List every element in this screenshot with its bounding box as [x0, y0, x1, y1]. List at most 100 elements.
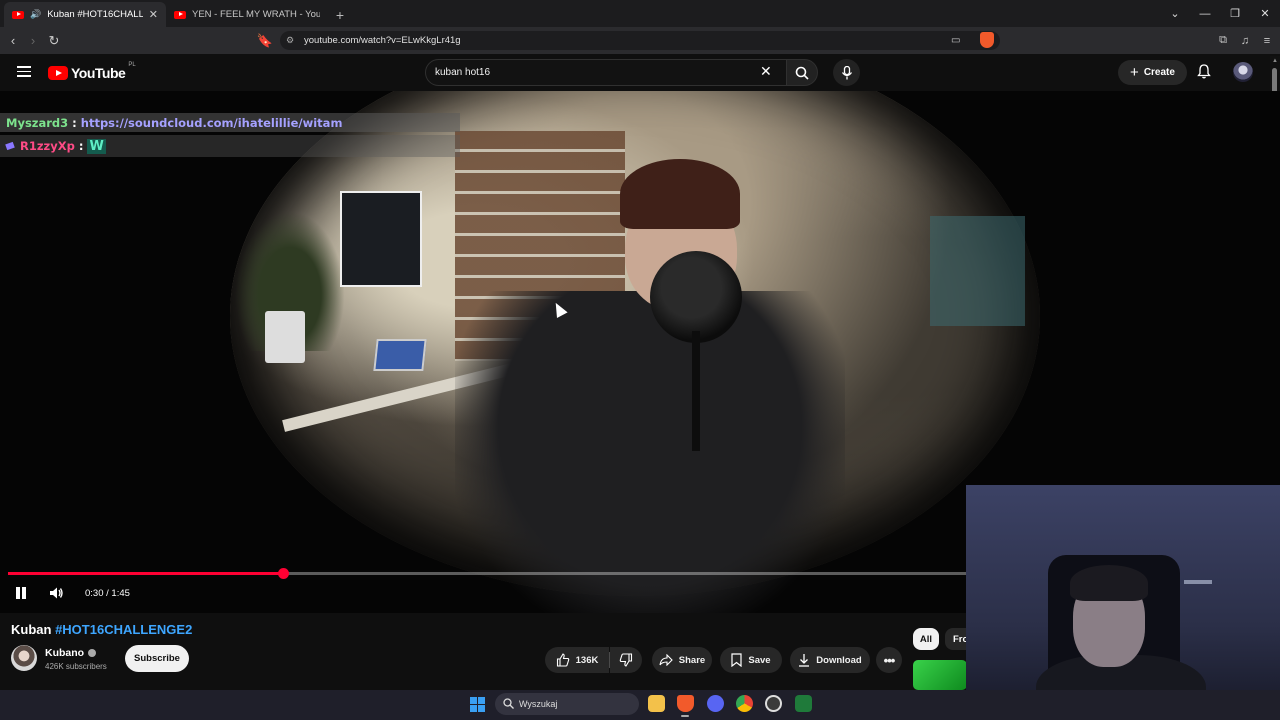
- download-icon: [799, 654, 810, 667]
- extensions-icon[interactable]: ⧉: [1216, 34, 1230, 47]
- plus-icon: +: [1130, 63, 1139, 81]
- chat-badge-icon: [5, 141, 15, 151]
- cast-icon[interactable]: ▭: [951, 35, 960, 46]
- discord-icon[interactable]: [707, 695, 724, 712]
- channel-name[interactable]: Kubano: [45, 647, 97, 659]
- bell-icon: [1197, 64, 1211, 79]
- chat-username: Myszard3: [6, 115, 69, 130]
- search-button[interactable]: [786, 59, 818, 86]
- more-dots-icon: •••: [883, 652, 896, 668]
- create-button[interactable]: + Create: [1118, 60, 1187, 85]
- minimize-button[interactable]: —: [1190, 8, 1220, 20]
- progress-played: [8, 572, 283, 575]
- brave-shield-icon[interactable]: [980, 32, 994, 48]
- subscriber-count: 426K subscribers: [45, 662, 107, 671]
- menu-icon[interactable]: ≡: [1260, 35, 1274, 47]
- more-actions-button[interactable]: •••: [876, 647, 902, 673]
- youtube-logo[interactable]: YouTube PL: [48, 62, 136, 81]
- video-speaker: [265, 311, 305, 363]
- menu-hamburger-icon[interactable]: [17, 66, 31, 77]
- reload-button[interactable]: ↻: [44, 33, 64, 49]
- tab-list-icon[interactable]: ⌄: [1160, 7, 1190, 20]
- window-controls: ⌄ — ❐ ✕: [1160, 0, 1280, 27]
- video-mic-stand: [692, 331, 700, 451]
- file-explorer-icon[interactable]: [648, 695, 665, 712]
- verified-icon: [88, 649, 97, 657]
- maximize-button[interactable]: ❐: [1220, 7, 1250, 20]
- account-avatar[interactable]: [1233, 62, 1253, 82]
- video-poster: [340, 191, 422, 287]
- download-button[interactable]: Download: [790, 647, 870, 673]
- subscribe-button[interactable]: Subscribe: [125, 645, 189, 672]
- bookmark-save-icon: [731, 653, 743, 667]
- download-label: Download: [816, 654, 862, 666]
- close-window-button[interactable]: ✕: [1250, 7, 1280, 20]
- save-button[interactable]: Save: [720, 647, 782, 673]
- webcam-shelf: [1184, 580, 1212, 584]
- tab-title: YEN - FEEL MY WRATH - YouTube: [192, 9, 320, 20]
- close-tab-icon[interactable]: ✕: [149, 8, 158, 21]
- video-laptop: [373, 339, 427, 371]
- taskbar-search[interactable]: Wyszukaj: [495, 693, 639, 715]
- chat-username: R1zzyXp: [20, 139, 75, 153]
- dislike-button[interactable]: [610, 647, 642, 673]
- url-field[interactable]: ⚙ youtube.com/watch?v=ELwKkgLr41g: [280, 31, 1000, 50]
- clear-search-icon[interactable]: ✕: [760, 63, 772, 80]
- video-hashtag[interactable]: #HOT16CHALLENGE2: [55, 622, 192, 637]
- bookmark-icon[interactable]: 🔖: [255, 33, 275, 49]
- video-title-main: Kuban: [11, 622, 56, 637]
- back-button[interactable]: ‹: [3, 33, 23, 48]
- search-icon: [795, 66, 809, 80]
- create-label: Create: [1143, 67, 1175, 78]
- recommended-video-thumbnail[interactable]: [913, 660, 967, 690]
- volume-icon: [50, 587, 63, 599]
- green-app-icon[interactable]: [795, 695, 812, 712]
- site-info-icon[interactable]: ⚙: [286, 35, 294, 46]
- new-tab-button[interactable]: +: [328, 2, 352, 27]
- youtube-favicon-icon: [12, 10, 24, 19]
- volume-button[interactable]: [48, 585, 64, 606]
- chat-message: R1zzyXp : W: [0, 135, 460, 157]
- taskbar-search-placeholder: Wyszukaj: [519, 699, 558, 709]
- media-icon[interactable]: ♫: [1238, 35, 1252, 47]
- share-button[interactable]: Share: [652, 647, 712, 673]
- pause-icon[interactable]: [15, 587, 27, 599]
- share-icon: [659, 654, 673, 666]
- windows-start-icon[interactable]: [470, 697, 485, 712]
- microphone-icon: [841, 65, 852, 79]
- windows-taskbar: [0, 690, 1280, 720]
- chip-all[interactable]: All: [913, 628, 939, 650]
- address-bar: ‹ › ↻ 🔖 ⚙ youtube.com/watch?v=ELwKkgLr41…: [0, 27, 1280, 54]
- tab-active[interactable]: 🔊 Kuban #HOT16CHALLENGE2 ✕: [4, 2, 166, 27]
- logo-text: YouTube: [71, 65, 126, 81]
- brave-browser-icon[interactable]: [677, 695, 694, 712]
- channel-avatar[interactable]: [11, 645, 37, 671]
- time-display: 0:30 / 1:45: [85, 588, 130, 599]
- chat-separator: :: [72, 115, 77, 130]
- video-frame: [170, 91, 1100, 613]
- chat-link[interactable]: https://soundcloud.com/ihatelillie/witam: [81, 116, 343, 130]
- forward-button[interactable]: ›: [23, 33, 43, 48]
- like-count: 136K: [575, 654, 599, 666]
- active-app-indicator: [681, 715, 689, 717]
- speaker-icon: 🔊: [30, 9, 42, 19]
- video-title: Kuban #HOT16CHALLENGE2: [11, 622, 192, 637]
- chat-overlay: Myszard3 : https://soundcloud.com/ihatel…: [0, 113, 460, 157]
- country-code: PL: [128, 62, 136, 68]
- obs-icon[interactable]: [765, 695, 782, 712]
- channel-name-text: Kubano: [45, 647, 85, 659]
- save-label: Save: [748, 654, 771, 666]
- tab-title: Kuban #HOT16CHALLENGE2: [47, 9, 143, 20]
- search-input[interactable]: kuban hot16: [425, 59, 787, 86]
- tab-inactive[interactable]: YEN - FEEL MY WRATH - YouTube: [166, 2, 328, 27]
- notifications-button[interactable]: [1197, 64, 1211, 84]
- chat-emote: W: [87, 138, 106, 154]
- chrome-icon[interactable]: [736, 695, 753, 712]
- webcam-person-hair: [1070, 565, 1148, 601]
- progress-scrubber[interactable]: [277, 568, 289, 579]
- scroll-up-icon[interactable]: ▲: [1272, 58, 1278, 64]
- thumbs-down-icon: [619, 653, 633, 667]
- like-button[interactable]: 136K: [545, 647, 609, 673]
- voice-search-button[interactable]: [833, 59, 860, 86]
- video-progress-bar[interactable]: [8, 568, 968, 579]
